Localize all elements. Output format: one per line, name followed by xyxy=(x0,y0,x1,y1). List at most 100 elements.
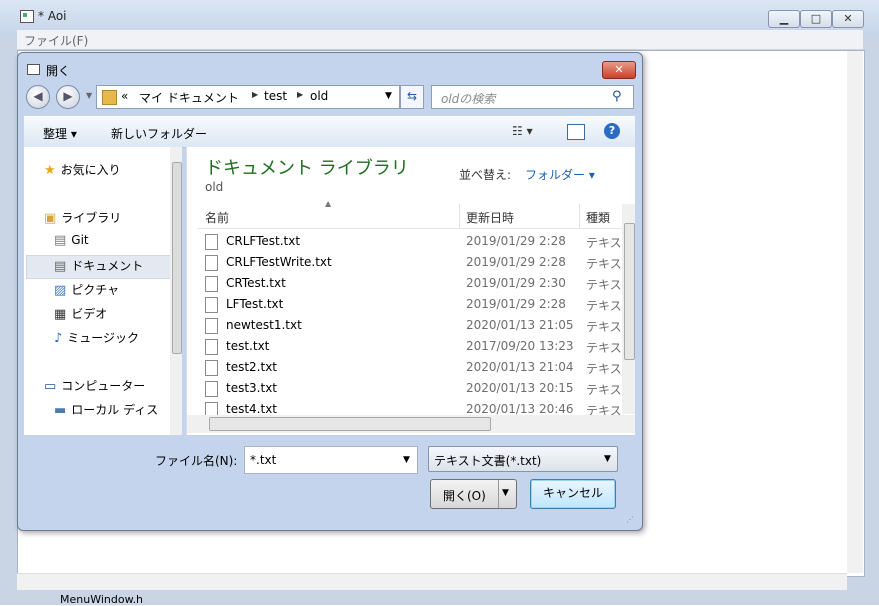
view-options-button[interactable]: ☷ ▾ xyxy=(512,124,533,138)
text-file-icon xyxy=(205,318,218,334)
nav-item-label: コンピューター xyxy=(61,379,146,393)
file-date: 2020/01/13 21:04 xyxy=(466,360,574,374)
nav-item-local-disk[interactable]: ▬ ローカル ディス xyxy=(54,401,158,418)
app-title: * Aoi xyxy=(38,9,67,23)
left-strip xyxy=(0,50,16,590)
menu-file[interactable]: ファイル(F) xyxy=(24,32,88,49)
nav-item-music[interactable]: ♪ ミュージック xyxy=(54,329,139,346)
nav-item-computer[interactable]: ▭ コンピューター xyxy=(44,377,145,394)
dialog-close-button[interactable]: ✕ xyxy=(602,61,636,79)
recent-locations-dropdown[interactable]: ▼ xyxy=(86,91,92,100)
nav-item-favorites[interactable]: ★ お気に入り xyxy=(44,161,121,178)
chevron-right-icon[interactable]: ▶ xyxy=(252,90,258,99)
column-date[interactable]: 更新日時 xyxy=(466,209,514,226)
file-name: LFTest.txt xyxy=(226,297,284,311)
app-vertical-scrollbar[interactable] xyxy=(847,51,863,573)
filename-label: ファイル名(N): xyxy=(155,454,238,468)
nav-pane-scroll-thumb[interactable] xyxy=(172,162,182,354)
resize-grip-icon[interactable]: ⋰ xyxy=(626,515,634,524)
file-type-filter-select[interactable]: テキスト文書(*.txt) ▼ xyxy=(428,446,618,472)
text-file-icon xyxy=(205,402,218,415)
dialog-icon xyxy=(27,64,40,75)
tree-item-menuwindow[interactable]: MenuWindow.h xyxy=(60,593,143,606)
open-button-label: 開く(O) xyxy=(443,489,486,503)
sort-by-dropdown[interactable]: フォルダー ▾ xyxy=(525,166,595,183)
menubar: ファイル(F) xyxy=(17,30,863,50)
search-input[interactable]: oldの検索 ⚲ xyxy=(431,85,634,109)
nav-item-git[interactable]: ▤ Git xyxy=(54,233,89,248)
breadcrumb-overflow[interactable]: « xyxy=(121,89,128,103)
nav-item-label: ミュージック xyxy=(67,331,140,345)
file-row[interactable]: newtest1.txt 2020/01/13 21:05 テキスト xyxy=(197,315,622,336)
forward-button[interactable]: ▶ xyxy=(56,85,80,109)
column-type[interactable]: 種類 xyxy=(586,209,610,226)
file-date: 2020/01/13 20:15 xyxy=(466,381,574,395)
file-list-horizontal-thumb[interactable] xyxy=(209,417,491,431)
app-horizontal-scrollbar[interactable] xyxy=(17,573,847,590)
column-divider[interactable] xyxy=(579,204,580,228)
open-button[interactable]: 開く(O) ▼ xyxy=(430,479,517,509)
cancel-button[interactable]: キャンセル xyxy=(530,479,616,509)
help-icon[interactable]: ? xyxy=(604,123,620,139)
file-row[interactable]: test2.txt 2020/01/13 21:04 テキスト xyxy=(197,357,622,378)
file-date: 2019/01/29 2:28 xyxy=(466,255,566,269)
file-type: テキスト xyxy=(586,257,622,271)
open-options-dropdown[interactable]: ▼ xyxy=(502,488,509,498)
file-name: CRLFTestWrite.txt xyxy=(226,255,332,269)
organize-button[interactable]: 整理 ▾ xyxy=(43,125,77,142)
nav-item-library[interactable]: ▣ ライブラリ xyxy=(44,209,121,226)
nav-item-video[interactable]: ▦ ビデオ xyxy=(54,305,107,322)
file-date: 2019/01/29 2:28 xyxy=(466,297,566,311)
column-divider[interactable] xyxy=(459,204,460,228)
chevron-down-icon[interactable]: ▼ xyxy=(604,454,611,464)
new-folder-button[interactable]: 新しいフォルダー xyxy=(111,125,207,142)
file-row[interactable]: test3.txt 2020/01/13 20:15 テキスト xyxy=(197,378,622,399)
nav-item-pictures[interactable]: ▨ ピクチャ xyxy=(54,281,119,298)
navigation-pane: ★ お気に入り ▣ ライブラリ ▤ Git ▤ ドキュメント ▨ ピクチャ ▦ ビデオ ♪ ミ… xyxy=(24,147,182,435)
file-type: テキスト xyxy=(586,341,622,355)
file-list-vertical-thumb[interactable] xyxy=(624,223,635,360)
file-row[interactable]: LFTest.txt 2019/01/29 2:28 テキスト xyxy=(197,294,622,315)
file-row[interactable]: test.txt 2017/09/20 13:23 テキスト xyxy=(197,336,622,357)
chevron-down-icon[interactable]: ▼ xyxy=(385,91,392,101)
refresh-button[interactable]: ⇆ xyxy=(400,85,424,109)
file-name: test4.txt xyxy=(226,402,278,415)
breadcrumb-item-old[interactable]: old xyxy=(310,89,328,103)
chevron-right-icon[interactable]: ▶ xyxy=(297,90,303,99)
file-row[interactable]: test4.txt 2020/01/13 20:46 テキスト xyxy=(197,399,622,415)
git-doc-icon: ▤ xyxy=(54,233,67,248)
preview-pane-icon[interactable] xyxy=(567,124,585,140)
nav-item-label: Git xyxy=(71,233,89,247)
breadcrumb-item-mydocuments[interactable]: マイ ドキュメント xyxy=(139,89,239,106)
text-file-icon xyxy=(205,381,218,397)
file-name: test.txt xyxy=(226,339,270,353)
sort-label: 並べ替え: xyxy=(459,168,512,182)
search-icon[interactable]: ⚲ xyxy=(612,89,622,104)
file-type: テキスト xyxy=(586,278,622,292)
address-bar[interactable]: « マイ ドキュメント ▶ test ▶ old ▼ xyxy=(96,85,400,109)
chevron-down-icon[interactable]: ▼ xyxy=(403,455,410,465)
library-icon: ▣ xyxy=(44,211,57,226)
dialog-title: 開く xyxy=(46,64,71,78)
file-row[interactable]: CRTest.txt 2019/01/29 2:30 テキスト xyxy=(197,273,622,294)
file-type: テキスト xyxy=(586,362,622,376)
breadcrumb-item-test[interactable]: test xyxy=(264,89,287,103)
file-pane: ドキュメント ライブラリ old 並べ替え: フォルダー ▾ 名前 ▲ 更新日時… xyxy=(186,147,635,435)
text-file-icon xyxy=(205,360,218,376)
filename-input[interactable]: *.txt ▼ xyxy=(244,446,418,474)
file-name: test3.txt xyxy=(226,381,278,395)
file-type: テキスト xyxy=(586,320,622,334)
file-type: テキスト xyxy=(586,383,622,397)
back-button[interactable]: ◀ xyxy=(26,85,50,109)
column-name[interactable]: 名前 xyxy=(205,209,229,226)
filter-value: テキスト文書(*.txt) xyxy=(434,454,542,468)
minimize-button[interactable]: ▁ xyxy=(768,10,800,28)
file-row[interactable]: CRLFTestWrite.txt 2019/01/29 2:28 テキスト xyxy=(197,252,622,273)
maximize-button[interactable]: □ xyxy=(800,10,832,28)
file-row[interactable]: CRLFTest.txt 2019/01/29 2:28 テキスト xyxy=(197,231,622,252)
file-type: テキスト xyxy=(586,404,622,415)
close-button[interactable]: ✕ xyxy=(832,10,864,28)
nav-item-documents[interactable]: ▤ ドキュメント xyxy=(54,257,143,274)
text-file-icon xyxy=(205,339,218,355)
app-titlebar: * Aoi ▁ □ ✕ xyxy=(0,0,879,34)
